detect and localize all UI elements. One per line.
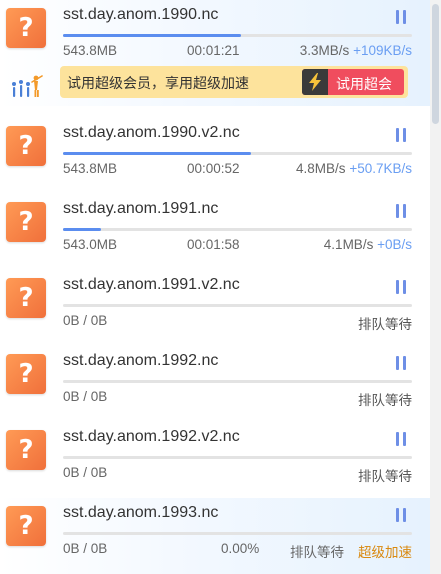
download-speed: 4.1MB/s +0B/s — [324, 237, 412, 252]
progress-percent: 0.00% — [221, 541, 260, 556]
download-item[interactable]: ? sst.day.anom.1990.nc 543.8MB 00:01:21 … — [0, 0, 430, 106]
download-item[interactable]: ? sst.day.anom.1991.nc 543.0MB 00:01:58 … — [0, 194, 430, 264]
scrollbar-thumb[interactable] — [432, 4, 439, 124]
file-size: 0B / 0B — [63, 541, 108, 556]
unknown-file-icon: ? — [6, 8, 46, 48]
download-item[interactable]: ? sst.day.anom.1993.nc 0B / 0B 0.00% 排队等… — [0, 498, 430, 574]
vip-promo-text: 试用超级会员，享用超级加速 — [67, 75, 249, 91]
file-name: sst.day.anom.1990.v2.nc — [63, 124, 240, 141]
download-speed: 4.8MB/s +50.7KB/s — [296, 161, 412, 176]
time-remaining: 00:01:21 — [187, 43, 240, 58]
unknown-file-icon: ? — [6, 278, 46, 318]
unknown-file-icon: ? — [6, 126, 46, 166]
speed-boost: +0B/s — [377, 237, 412, 252]
file-size: 543.8MB — [63, 161, 118, 176]
pause-icon[interactable] — [394, 204, 408, 220]
pause-icon[interactable] — [394, 280, 408, 296]
progress-bar — [63, 456, 412, 459]
file-size: 543.0MB — [63, 237, 118, 252]
download-item[interactable]: ? sst.day.anom.1992.nc 0B / 0B 排队等待 — [0, 346, 430, 416]
progress-bar — [63, 304, 412, 307]
download-item[interactable]: ? sst.day.anom.1991.v2.nc 0B / 0B 排队等待 — [0, 270, 430, 340]
time-remaining: 00:01:58 — [187, 237, 240, 252]
unknown-file-icon: ? — [6, 354, 46, 394]
download-item[interactable]: ? sst.day.anom.1992.v2.nc 0B / 0B 排队等待 — [0, 422, 430, 492]
queue-status: 排队等待 — [358, 469, 412, 484]
speed-value: 4.8MB/s — [296, 161, 346, 176]
file-name: sst.day.anom.1990.nc — [63, 6, 219, 23]
progress-bar — [63, 34, 412, 37]
download-item[interactable]: ? sst.day.anom.1990.v2.nc 543.8MB 00:00:… — [0, 118, 430, 188]
file-size: 0B / 0B — [63, 465, 108, 480]
pause-icon[interactable] — [394, 128, 408, 144]
download-list: ? sst.day.anom.1990.nc 543.8MB 00:01:21 … — [0, 0, 430, 574]
progress-bar — [63, 228, 412, 231]
vip-figures-icon — [8, 72, 48, 102]
file-name: sst.day.anom.1993.nc — [63, 504, 219, 521]
lightning-bolt-icon — [302, 69, 328, 95]
unknown-file-icon: ? — [6, 202, 46, 242]
unknown-file-icon: ? — [6, 506, 46, 546]
try-vip-label: 试用超会 — [336, 76, 392, 92]
speed-boost: +109KB/s — [353, 43, 412, 58]
file-size: 543.8MB — [63, 43, 118, 58]
speed-value: 3.3MB/s — [299, 43, 350, 58]
file-name: sst.day.anom.1992.v2.nc — [63, 428, 240, 445]
queue-status: 排队等待 — [358, 393, 412, 408]
scrollbar[interactable] — [430, 0, 441, 574]
pause-icon[interactable] — [394, 432, 408, 448]
speed-boost: +50.7KB/s — [349, 161, 412, 176]
time-remaining: 00:00:52 — [187, 161, 240, 176]
progress-bar — [63, 380, 412, 383]
try-vip-button[interactable]: 试用超会 — [302, 69, 404, 95]
file-size: 0B / 0B — [63, 389, 108, 404]
unknown-file-icon: ? — [6, 430, 46, 470]
file-name: sst.day.anom.1991.nc — [63, 200, 219, 217]
file-name: sst.day.anom.1991.v2.nc — [63, 276, 240, 293]
file-name: sst.day.anom.1992.nc — [63, 352, 219, 369]
queue-status: 排队等待 — [290, 545, 344, 560]
download-speed: 3.3MB/s +109KB/s — [300, 43, 412, 58]
progress-bar — [63, 152, 412, 155]
super-accelerate-link[interactable]: 超级加速 — [358, 541, 412, 561]
progress-bar — [63, 532, 412, 535]
pause-icon[interactable] — [394, 508, 408, 524]
pause-icon[interactable] — [394, 356, 408, 372]
speed-value: 4.1MB/s — [323, 237, 374, 252]
pause-icon[interactable] — [394, 10, 408, 26]
queue-status: 排队等待 — [358, 317, 412, 332]
file-size: 0B / 0B — [63, 313, 108, 328]
vip-promo-banner[interactable]: 试用超级会员，享用超级加速 试用超会 — [60, 66, 408, 98]
